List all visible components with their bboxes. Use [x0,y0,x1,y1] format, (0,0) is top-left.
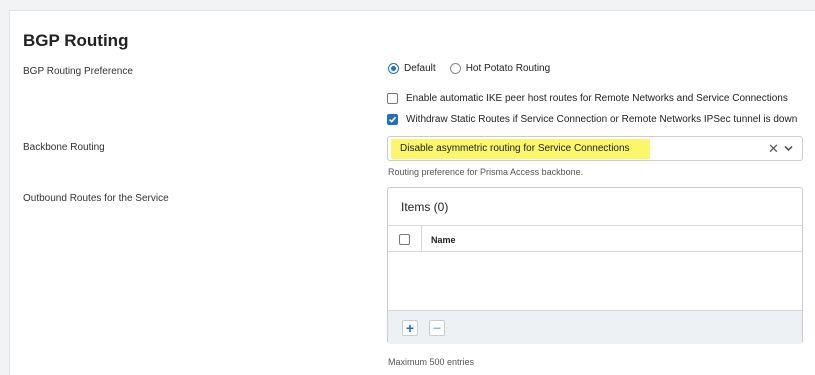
ike-peer-routes-label: Enable automatic IKE peer host routes fo… [406,93,788,104]
bgp-preference-radio-group: Default Hot Potato Routing [388,63,564,74]
items-count: Items (0) [401,200,449,214]
top-strip [0,0,815,10]
section-title: BGP Routing [23,31,129,50]
backbone-routing-help: Routing preference for Prisma Access bac… [388,167,584,177]
outbound-routes-label: Outbound Routes for the Service [23,193,169,204]
backbone-routing-select[interactable]: Disable asymmetric routing for Service C… [387,136,803,161]
backbone-routing-value: Disable asymmetric routing for Service C… [400,143,630,154]
outbound-routes-table: Items (0) Name + − [387,187,803,344]
checkmark-icon [388,116,397,123]
column-divider [421,226,422,252]
radio-default[interactable] [388,63,399,74]
withdraw-static-routes-label: Withdraw Static Routes if Service Connec… [406,114,798,125]
backbone-routing-label: Backbone Routing [23,142,105,153]
withdraw-static-routes-option: Withdraw Static Routes if Service Connec… [387,114,797,125]
ike-peer-routes-checkbox[interactable] [387,93,398,104]
table-toolbar: + − [388,310,802,344]
ike-peer-routes-option: Enable automatic IKE peer host routes fo… [387,93,788,104]
column-name-header[interactable]: Name [431,235,456,245]
select-all-checkbox[interactable] [399,234,410,245]
max-entries-note: Maximum 500 entries [388,357,475,367]
chevron-down-icon[interactable] [784,145,793,152]
table-header: Name [388,225,802,252]
remove-button[interactable]: − [429,320,445,336]
add-button[interactable]: + [402,320,418,336]
withdraw-static-routes-checkbox[interactable] [387,114,398,125]
close-icon[interactable]: ✕ [768,141,779,157]
radio-default-label[interactable]: Default [404,63,436,74]
bgp-routing-preference-label: BGP Routing Preference [23,66,133,77]
radio-hot-potato-label[interactable]: Hot Potato Routing [466,63,551,74]
radio-hot-potato[interactable] [449,63,461,74]
